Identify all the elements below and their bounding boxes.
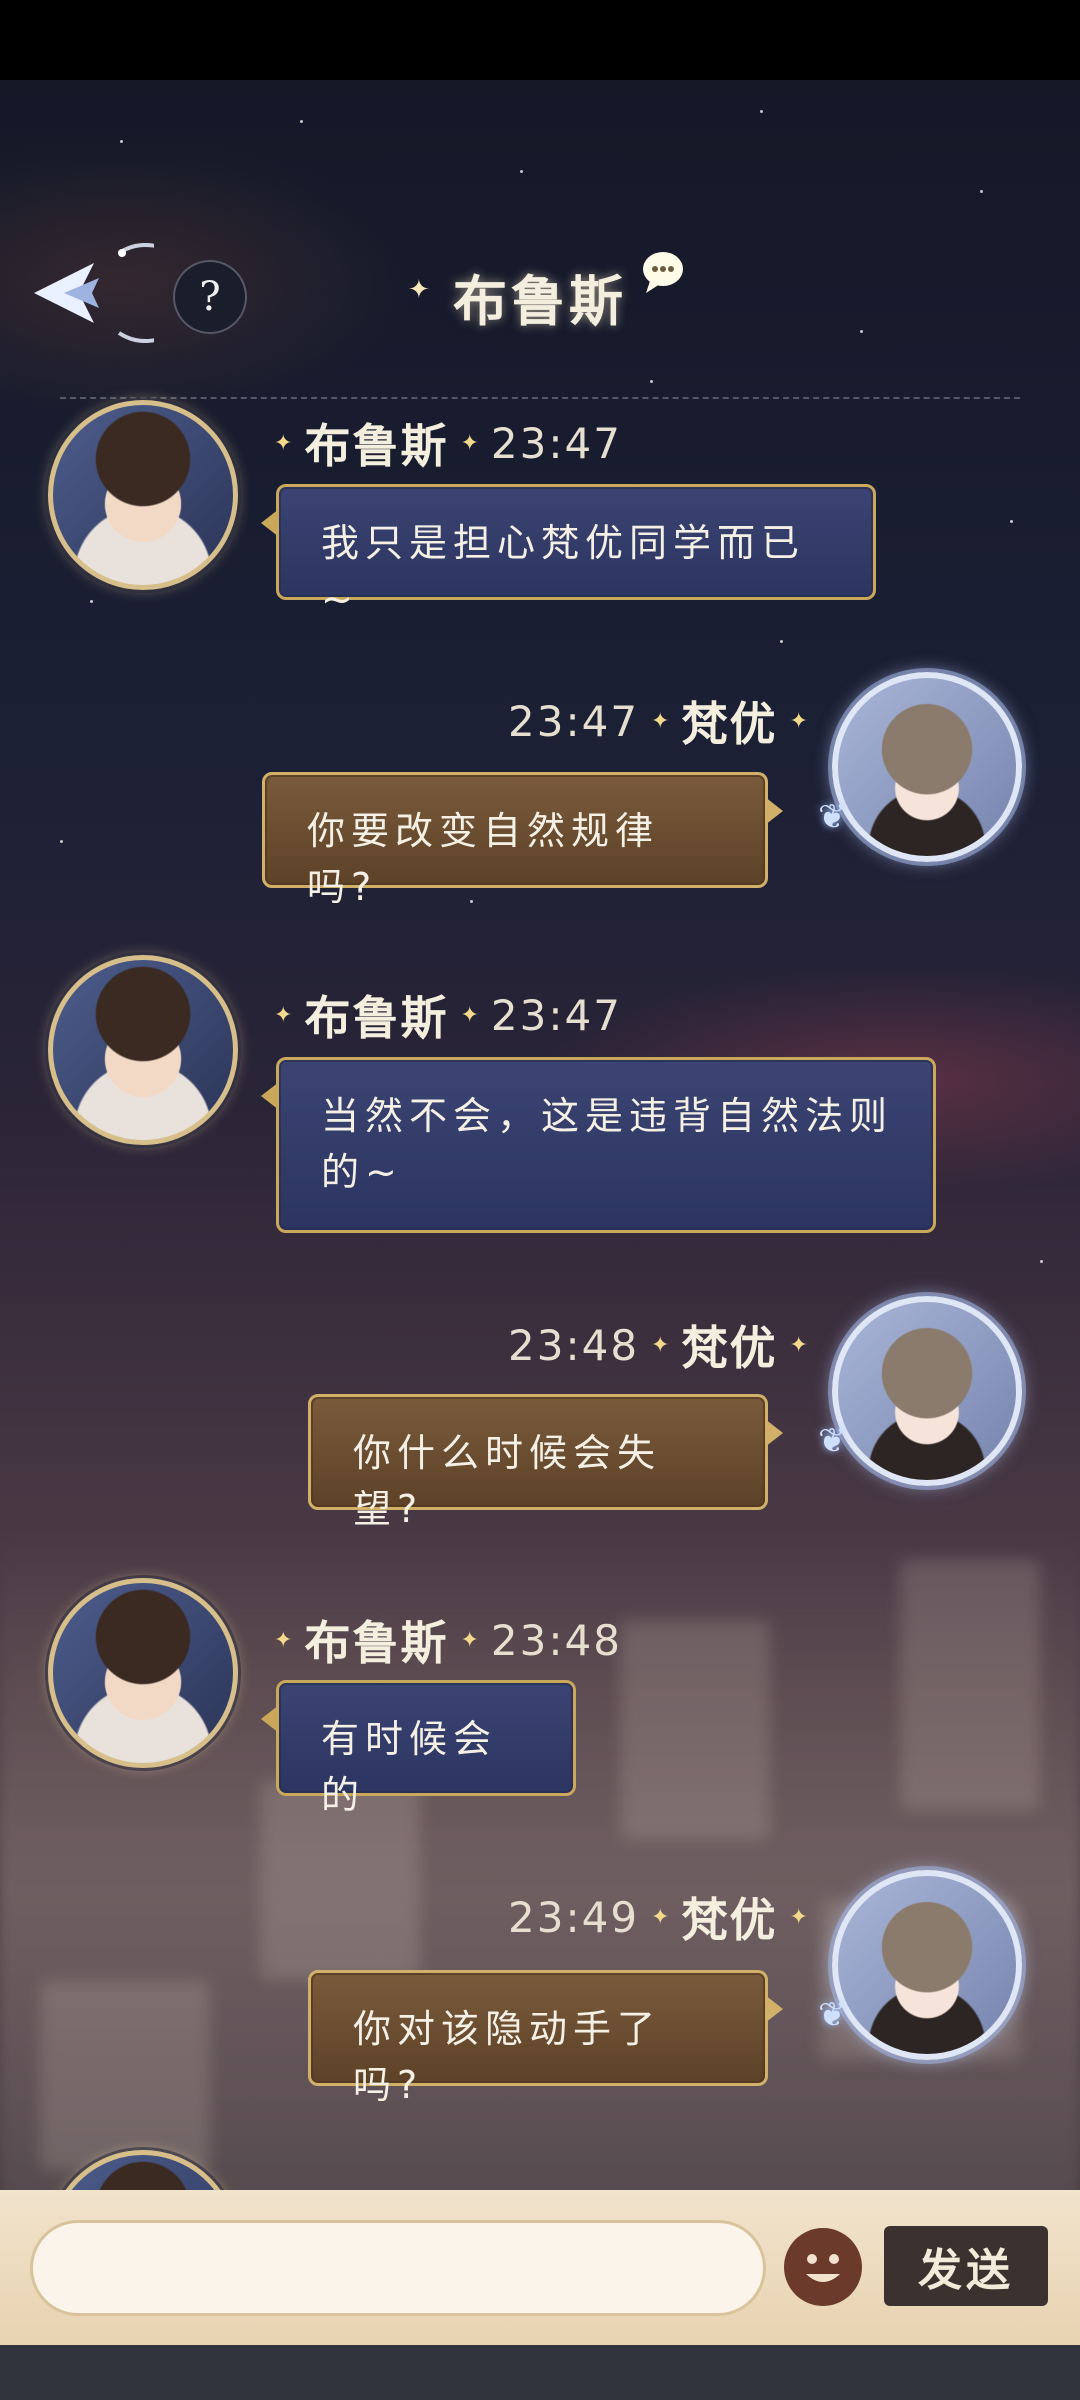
sparkle-icon: ✦ (789, 708, 808, 734)
sparkle-icon: ✦ (460, 1627, 479, 1653)
send-button[interactable]: 发送 (884, 2226, 1048, 2306)
butterfly-icon: ❦ (818, 1421, 847, 1461)
chat-bubble-right[interactable]: 你对该隐动手了吗? (308, 1970, 783, 2107)
sparkle-icon: ✦ (789, 1904, 808, 1930)
avatar-bruce[interactable] (48, 1578, 238, 1768)
input-bar: 发送 (0, 2190, 1080, 2345)
emoji-button[interactable] (784, 2228, 862, 2306)
sparkle-icon: ✦ (274, 430, 293, 456)
chat-bubble-right[interactable]: 你要改变自然规律吗? (262, 772, 783, 909)
message-meta: 23:49 ✦ 梵优 ✦ (508, 1882, 820, 1952)
butterfly-icon: ❦ (818, 1995, 847, 2035)
sender-name: 布鲁斯 (304, 419, 449, 473)
chat-bubble-left[interactable]: 有时候会的 (261, 1680, 576, 1817)
message-time: 23:47 (490, 418, 622, 468)
avatar-bruce[interactable] (48, 955, 238, 1145)
status-bar (0, 0, 1080, 80)
message-time: 23:48 (508, 1320, 640, 1370)
message-time: 23:47 (508, 696, 640, 746)
message-time: 23:48 (490, 1615, 622, 1665)
message-meta: 23:48 ✦ 梵优 ✦ (508, 1310, 820, 1380)
sparkle-icon: ✦ (274, 1002, 293, 1028)
sparkle-icon: ✦ (651, 1332, 670, 1358)
sender-name: 布鲁斯 (304, 1616, 449, 1670)
chat-bubble-left[interactable]: 当然不会，这是违背自然法则的~ (261, 1057, 936, 1233)
speech-bubble-icon (643, 252, 683, 293)
message-text: 当然不会，这是违背自然法则的~ (321, 1094, 894, 1194)
sparkle-icon: ✦ (460, 1002, 479, 1028)
message-meta: 23:47 ✦ 梵优 ✦ (508, 686, 820, 756)
page-title: 布鲁斯 (453, 270, 627, 333)
chat-bubble-left[interactable]: 我只是担心梵优同学而已~ (261, 484, 876, 621)
smiley-icon (786, 2230, 860, 2304)
sparkle-icon: ✦ (651, 708, 670, 734)
message-input[interactable] (30, 2220, 766, 2316)
message-time: 23:49 (508, 1892, 640, 1942)
sender-name: 梵优 (681, 1893, 778, 1947)
sparkle-icon: ✦ (651, 1904, 670, 1930)
navigation-bar (0, 2345, 1080, 2400)
sender-name: 梵优 (681, 1321, 778, 1375)
sender-name: 梵优 (681, 697, 778, 751)
message-meta: ✦ 布鲁斯 ✦ 23:47 (262, 408, 622, 478)
sparkle-icon: ✦ (274, 1627, 293, 1653)
avatar-bruce[interactable] (48, 400, 238, 590)
chat-header: ? ✦ 布鲁斯 (0, 225, 1080, 355)
sparkle-icon: ✦ (789, 1332, 808, 1358)
header-divider (60, 397, 1020, 399)
sender-name: 布鲁斯 (304, 991, 449, 1045)
butterfly-icon: ❦ (818, 797, 847, 837)
sparkle-icon: ✦ (460, 430, 479, 456)
chat-bubble-right[interactable]: 你什么时候会失望? (308, 1394, 783, 1531)
message-meta: ✦ 布鲁斯 ✦ 23:47 (262, 980, 622, 1050)
message-time: 23:47 (490, 990, 622, 1040)
message-meta: ✦ 布鲁斯 ✦ 23:48 (262, 1605, 622, 1675)
